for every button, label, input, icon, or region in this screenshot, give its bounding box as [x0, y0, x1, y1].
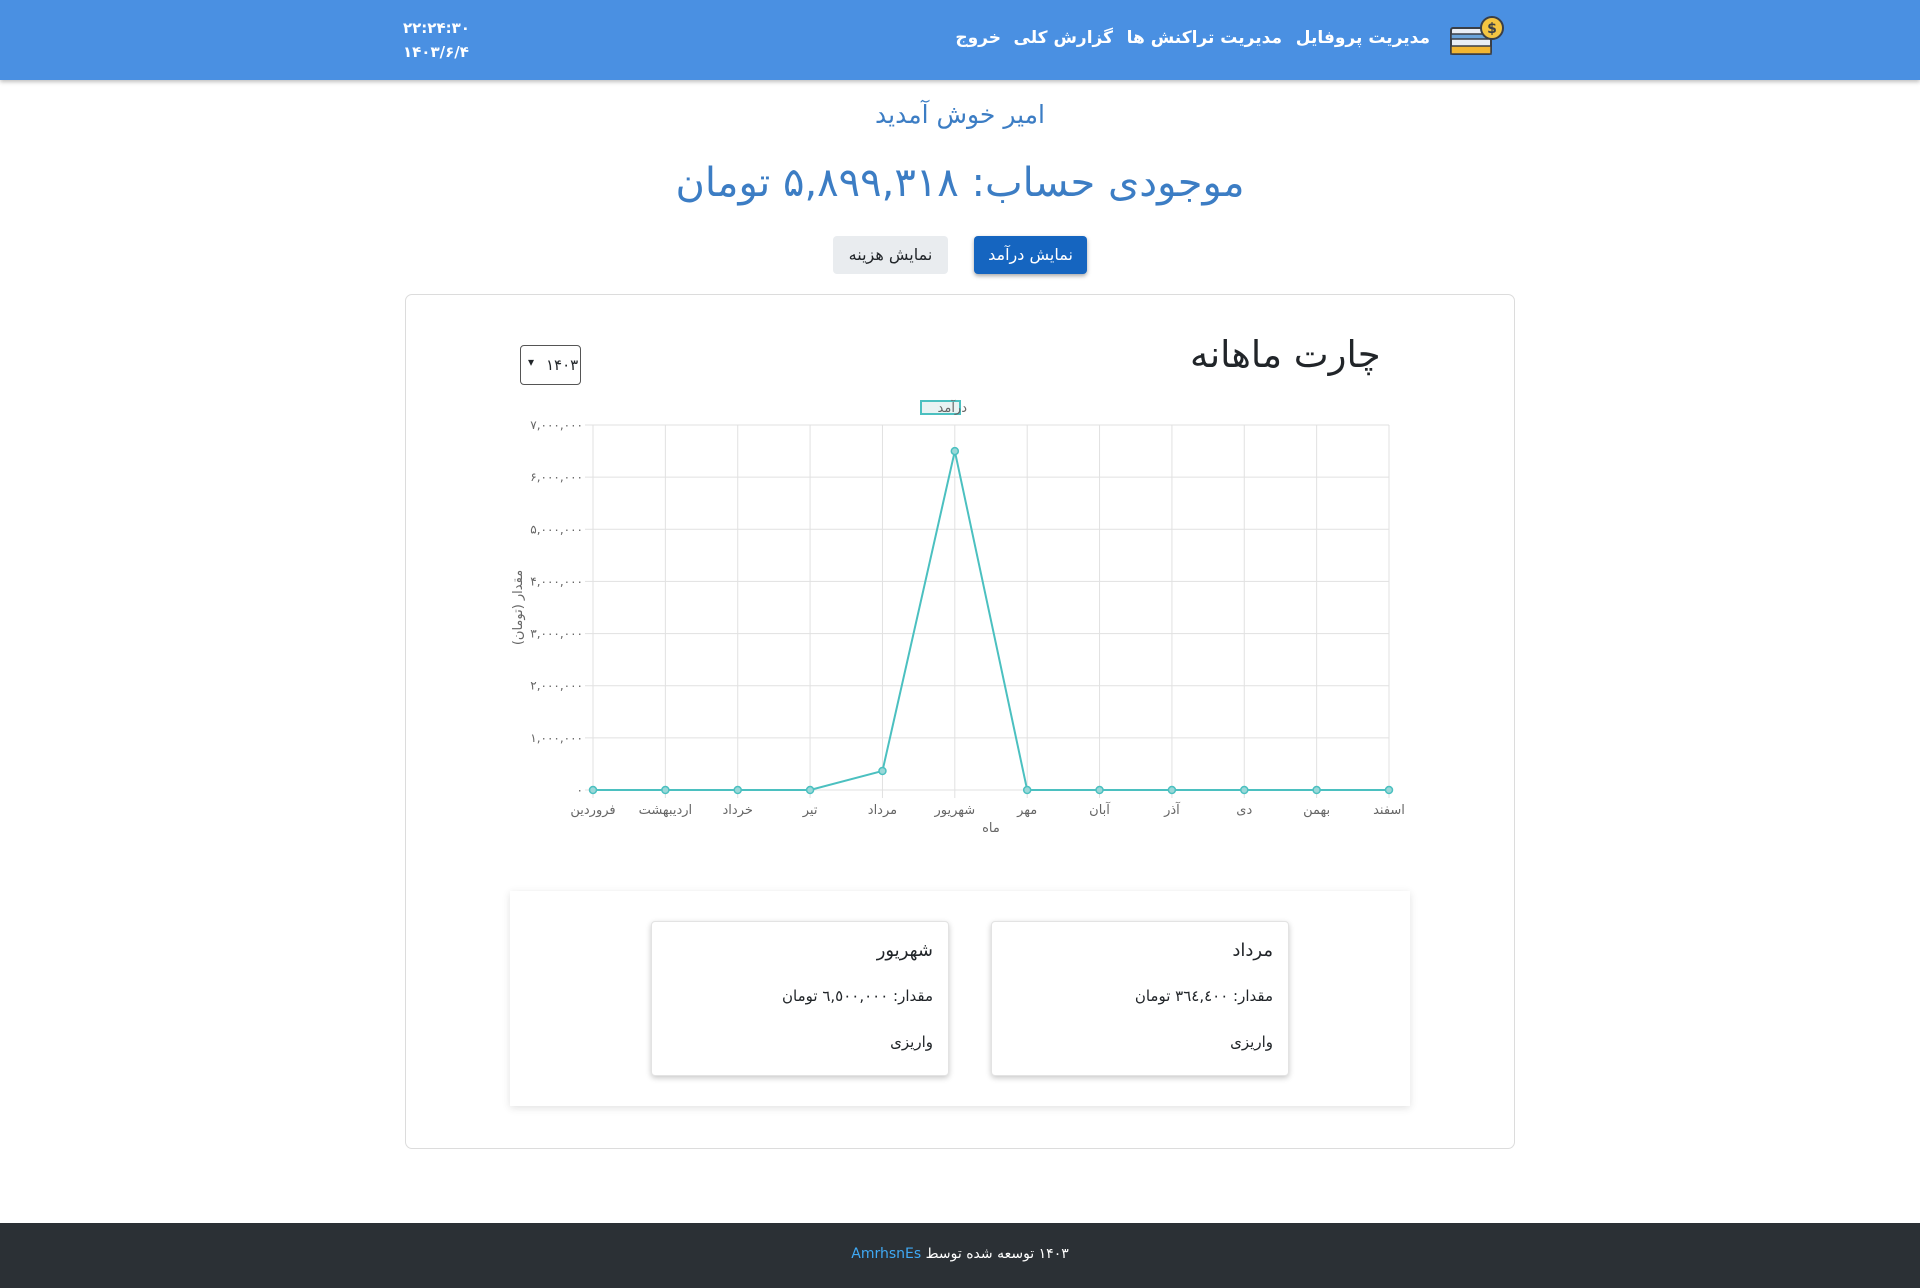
x-tick-label: بهمن [1303, 803, 1330, 818]
x-tick-label: فروردین [570, 803, 615, 818]
data-point [950, 446, 960, 456]
legend-label: درآمد [938, 399, 968, 416]
series-line [593, 450, 1389, 791]
month-card-amount: مقدار: ۳٦٤,٤۰۰ تومان [1134, 987, 1273, 1005]
y-axis-title: مقدار (تومان) [511, 570, 526, 645]
footer-author-link[interactable]: AmrhsnEs [851, 1246, 921, 1262]
footer: ۱۴۰۳ توسعه شده توسط AmrhsnEs [0, 1223, 1920, 1288]
x-tick-label: اردیبهشت [639, 803, 693, 818]
x-tick-label: مرداد [868, 803, 897, 818]
x-tick-label: اسفند [1373, 803, 1405, 818]
data-point [1240, 785, 1249, 795]
y-tick-label: ۱,۰۰۰,۰۰۰ [530, 731, 583, 745]
x-tick-label: خرداد [723, 803, 753, 818]
data-point [588, 785, 598, 795]
data-point [661, 785, 670, 795]
month-card: مرداد مقدار: ۳٦٤,٤۰۰ تومان واریزی [991, 921, 1289, 1076]
data-point [1312, 785, 1321, 795]
x-tick-label: مهر [1016, 803, 1037, 818]
data-point [805, 785, 815, 795]
data-point [733, 785, 742, 795]
y-tick-label: ۰ [577, 783, 583, 797]
data-point [1167, 785, 1177, 795]
footer-text: ۱۴۰۳ توسعه شده توسط [925, 1246, 1069, 1262]
data-point [1384, 785, 1394, 795]
month-card-title: مرداد [1232, 940, 1273, 961]
x-tick-label: تیر [802, 803, 818, 818]
x-tick-label: دی [1236, 803, 1252, 818]
month-card-type: واریزی [890, 1033, 933, 1051]
month-card-title: شهریور [876, 940, 933, 961]
x-tick-label: شهریور [933, 803, 975, 818]
y-tick-label: ۵,۰۰۰,۰۰۰ [530, 522, 583, 536]
y-tick-label: ۲,۰۰۰,۰۰۰ [530, 679, 583, 693]
x-tick-label: آذر [1163, 801, 1181, 818]
x-axis-title: ماه [982, 821, 1000, 836]
y-tick-label: ۷,۰۰۰,۰۰۰ [530, 418, 583, 432]
x-tick-label: آبان [1089, 801, 1111, 818]
y-tick-label: ۶,۰۰۰,۰۰۰ [530, 470, 583, 484]
y-tick-label: ۴,۰۰۰,۰۰۰ [530, 574, 583, 588]
month-card-type: واریزی [1230, 1033, 1273, 1051]
data-point [1095, 785, 1104, 795]
month-card: شهریور مقدار: ٦,٥۰۰,۰۰۰ تومان واریزی [651, 921, 949, 1076]
data-point [1022, 785, 1032, 795]
monthly-line-chart: ۰ ۱,۰۰۰,۰۰۰ ۲,۰۰۰,۰۰۰ ۳,۰۰۰,۰۰۰ ۴,۰۰۰,۰۰۰ ۵,۰… [511, 399, 1405, 836]
y-tick-label: ۳,۰۰۰,۰۰۰ [530, 627, 583, 641]
month-card-amount: مقدار: ٦,٥۰۰,۰۰۰ تومان [782, 987, 933, 1005]
data-point [878, 766, 887, 776]
